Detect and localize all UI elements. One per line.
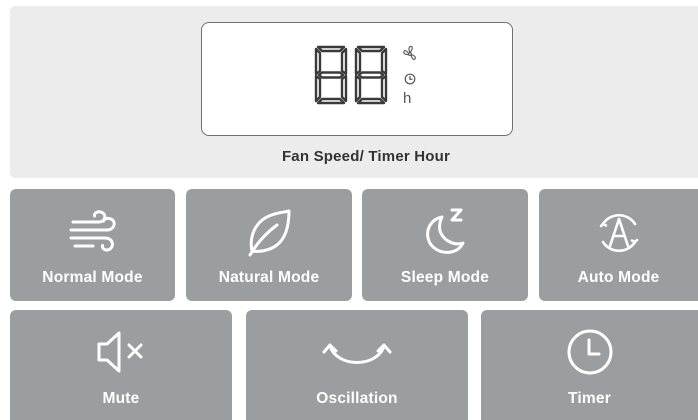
display-caption: Fan Speed/ Timer Hour <box>281 148 451 165</box>
natural-mode-label: Natural Mode <box>218 269 320 286</box>
auto-mode-label: Auto Mode <box>577 269 660 286</box>
clock-icon <box>567 329 612 375</box>
oscillation-label: Oscillation <box>316 390 398 407</box>
mute-label: Mute <box>102 390 140 407</box>
mute-button[interactable]: Mute <box>10 310 232 420</box>
natural-mode-button[interactable]: Natural Mode <box>186 189 352 301</box>
normal-mode-label: Normal Mode <box>42 269 143 286</box>
fan-icon <box>403 45 416 60</box>
display-panel: h Fan Speed/ Timer Hour <box>10 6 698 178</box>
leaf-icon <box>248 209 291 257</box>
auto-mode-button[interactable]: Auto Mode <box>539 189 698 301</box>
normal-mode-button[interactable]: Normal Mode <box>10 189 175 301</box>
timer-button[interactable]: Timer <box>481 310 698 420</box>
oscillation-button[interactable]: Oscillation <box>246 310 468 420</box>
auto-a-icon <box>599 214 638 252</box>
oscillation-icon <box>322 343 392 364</box>
seven-segment-digits <box>314 45 388 105</box>
moon-icon <box>426 208 465 254</box>
hour-unit-indicator: h <box>403 90 412 107</box>
lcd-display: h <box>201 22 513 136</box>
wind-icon <box>69 210 116 252</box>
sleep-mode-label: Sleep Mode <box>400 269 490 286</box>
sleep-mode-button[interactable]: Sleep Mode <box>362 189 528 301</box>
timer-label: Timer <box>568 390 611 407</box>
clock-icon <box>404 73 416 85</box>
speaker-mute-icon <box>97 331 143 373</box>
